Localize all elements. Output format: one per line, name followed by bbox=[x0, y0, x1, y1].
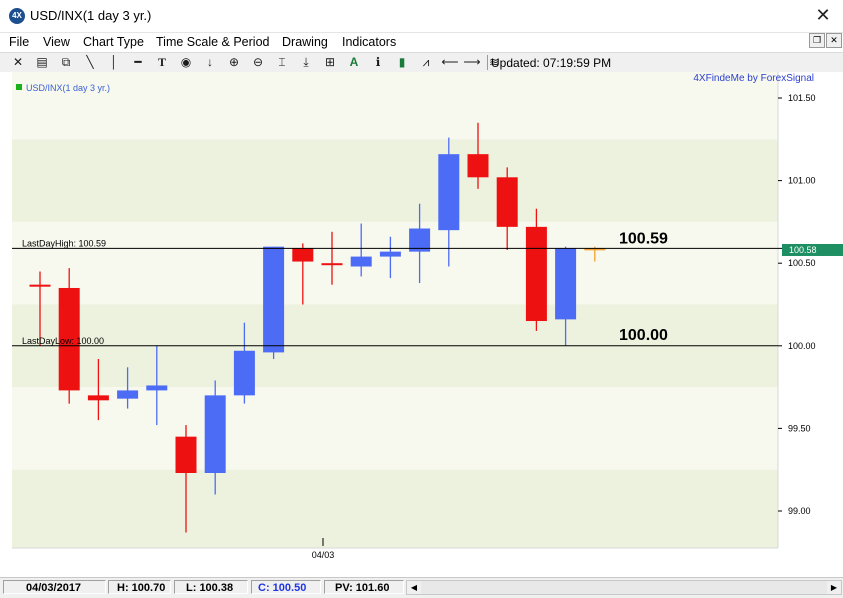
vertical-line-icon[interactable]: │ bbox=[104, 54, 124, 71]
candle bbox=[525, 208, 547, 331]
menu-drawing[interactable]: Drawing bbox=[282, 35, 328, 49]
scroll-left-icon[interactable]: ⟵ bbox=[440, 54, 460, 71]
chart-panel[interactable]: 101.50 101.00 100.50 100.00 99.50 99.00 USD/I… bbox=[0, 72, 843, 577]
menu-indicators[interactable]: Indicators bbox=[342, 35, 396, 49]
candle-body bbox=[29, 284, 51, 287]
candle-body bbox=[117, 390, 139, 399]
trendline-icon[interactable]: ╲ bbox=[80, 54, 100, 71]
data-window-icon[interactable]: ⊞ bbox=[320, 54, 340, 71]
price-chart[interactable]: 101.50 101.00 100.50 100.00 99.50 99.00 USD/I… bbox=[0, 72, 843, 577]
bar-chart-icon[interactable]: ▮ bbox=[392, 54, 412, 71]
candle-body bbox=[292, 248, 314, 262]
copy-icon[interactable]: ⧉ bbox=[56, 54, 76, 71]
chart-band bbox=[12, 72, 778, 140]
fit-icon[interactable]: ⌶ bbox=[272, 54, 292, 71]
status-close: C: 100.50 bbox=[251, 580, 321, 594]
indicator-icon[interactable]: A bbox=[344, 54, 364, 71]
y-tick-label: 99.50 bbox=[788, 423, 811, 433]
candle-body bbox=[555, 248, 577, 320]
print-icon[interactable]: ▤ bbox=[32, 54, 52, 71]
menu-view[interactable]: View bbox=[43, 35, 70, 49]
status-bar: 04/03/2017 H: 100.70 L: 100.38 C: 100.50… bbox=[0, 577, 843, 598]
status-pv: PV: 101.60 bbox=[324, 580, 404, 594]
candle-body bbox=[438, 154, 460, 231]
menu-chart-type[interactable]: Chart Type bbox=[83, 35, 144, 49]
symbol-indicator-icon bbox=[16, 84, 22, 90]
line-chart-icon[interactable]: ⩘ bbox=[416, 54, 436, 71]
zoom-out-icon[interactable]: ⊖ bbox=[248, 54, 268, 71]
4x-logo-icon: 4X bbox=[9, 8, 25, 24]
candle-body bbox=[525, 226, 547, 322]
candle-body bbox=[350, 256, 372, 267]
status-high: H: 100.70 bbox=[108, 580, 171, 594]
chart-band bbox=[12, 469, 778, 548]
window-close-button[interactable]: ✕ bbox=[811, 4, 835, 26]
window-title: USD/INX(1 day 3 yr.) bbox=[30, 8, 152, 23]
text-tool-icon[interactable]: T bbox=[152, 54, 172, 71]
symbol-label: USD/INX(1 day 3 yr.) bbox=[26, 83, 110, 93]
scroll-right-icon[interactable]: ⟶ bbox=[462, 54, 482, 71]
horizontal-line-icon[interactable]: ━ bbox=[128, 54, 148, 71]
scroll-right-button[interactable]: ▶ bbox=[827, 581, 841, 594]
menu-file[interactable]: File bbox=[9, 35, 29, 49]
title-bar: 4X USD/INX(1 day 3 yr.) ✕ bbox=[0, 0, 843, 33]
y-tick-label: 100.00 bbox=[788, 341, 816, 351]
y-tick-label: 101.00 bbox=[788, 176, 816, 186]
last-day-low-label: LastDayLow: 100.00 bbox=[22, 336, 104, 346]
updated-timestamp: Updated: 07:19:59 PM bbox=[491, 56, 612, 70]
status-date: 04/03/2017 bbox=[3, 580, 106, 594]
date-label: 04/03 bbox=[312, 550, 335, 560]
y-tick-label: 99.00 bbox=[788, 506, 811, 516]
last-price-badge-text: 100.58 bbox=[789, 245, 817, 255]
menu-bar: File View Chart Type Time Scale & Period… bbox=[0, 33, 843, 51]
candle bbox=[263, 246, 285, 360]
mdi-close-button[interactable]: ✕ bbox=[826, 33, 842, 48]
candle-body bbox=[467, 154, 489, 178]
status-low: L: 100.38 bbox=[174, 580, 248, 594]
scroll-left-button[interactable]: ◀ bbox=[407, 581, 421, 594]
chart-band bbox=[12, 387, 778, 470]
export-icon[interactable]: ⤓ bbox=[296, 54, 316, 71]
last-day-low-value: 100.00 bbox=[619, 327, 668, 344]
info-icon[interactable]: ℹ bbox=[368, 54, 388, 71]
candle-body bbox=[146, 385, 168, 391]
y-tick-label: 101.50 bbox=[788, 93, 816, 103]
mdi-restore-button[interactable]: ❐ bbox=[809, 33, 825, 48]
brand-label: 4XFindeMe by ForexSignal bbox=[693, 73, 814, 84]
candle-body bbox=[263, 246, 285, 353]
menu-time-scale-period[interactable]: Time Scale & Period bbox=[156, 35, 269, 49]
horizontal-scrollbar[interactable]: ◀ ▶ bbox=[406, 580, 842, 595]
chart-band bbox=[12, 139, 778, 222]
toolbar: ✕ ▤ ⧉ ╲ │ ━ T ◉ ↓ ⊕ ⊖ ⌶ ⤓ ⊞ A ℹ ▮ ⩘ ⟵ ⟶ … bbox=[0, 52, 843, 73]
candle-body bbox=[321, 263, 343, 266]
arrow-down-icon[interactable]: ↓ bbox=[200, 54, 220, 71]
candle-body bbox=[496, 177, 518, 227]
candle-body bbox=[233, 350, 255, 396]
toolbar-separator bbox=[487, 55, 488, 70]
zoom-in-icon[interactable]: ⊕ bbox=[224, 54, 244, 71]
marker-icon[interactable]: ◉ bbox=[176, 54, 196, 71]
candle-body bbox=[175, 436, 197, 474]
y-tick-label: 100.50 bbox=[788, 258, 816, 268]
last-day-high-label: LastDayHigh: 100.59 bbox=[22, 238, 106, 248]
candle-body bbox=[379, 251, 401, 257]
crosshair-tool-icon[interactable]: ✕ bbox=[8, 54, 28, 71]
last-day-high-value: 100.59 bbox=[619, 230, 668, 247]
candle-body bbox=[87, 395, 109, 401]
candle-body bbox=[204, 395, 226, 474]
